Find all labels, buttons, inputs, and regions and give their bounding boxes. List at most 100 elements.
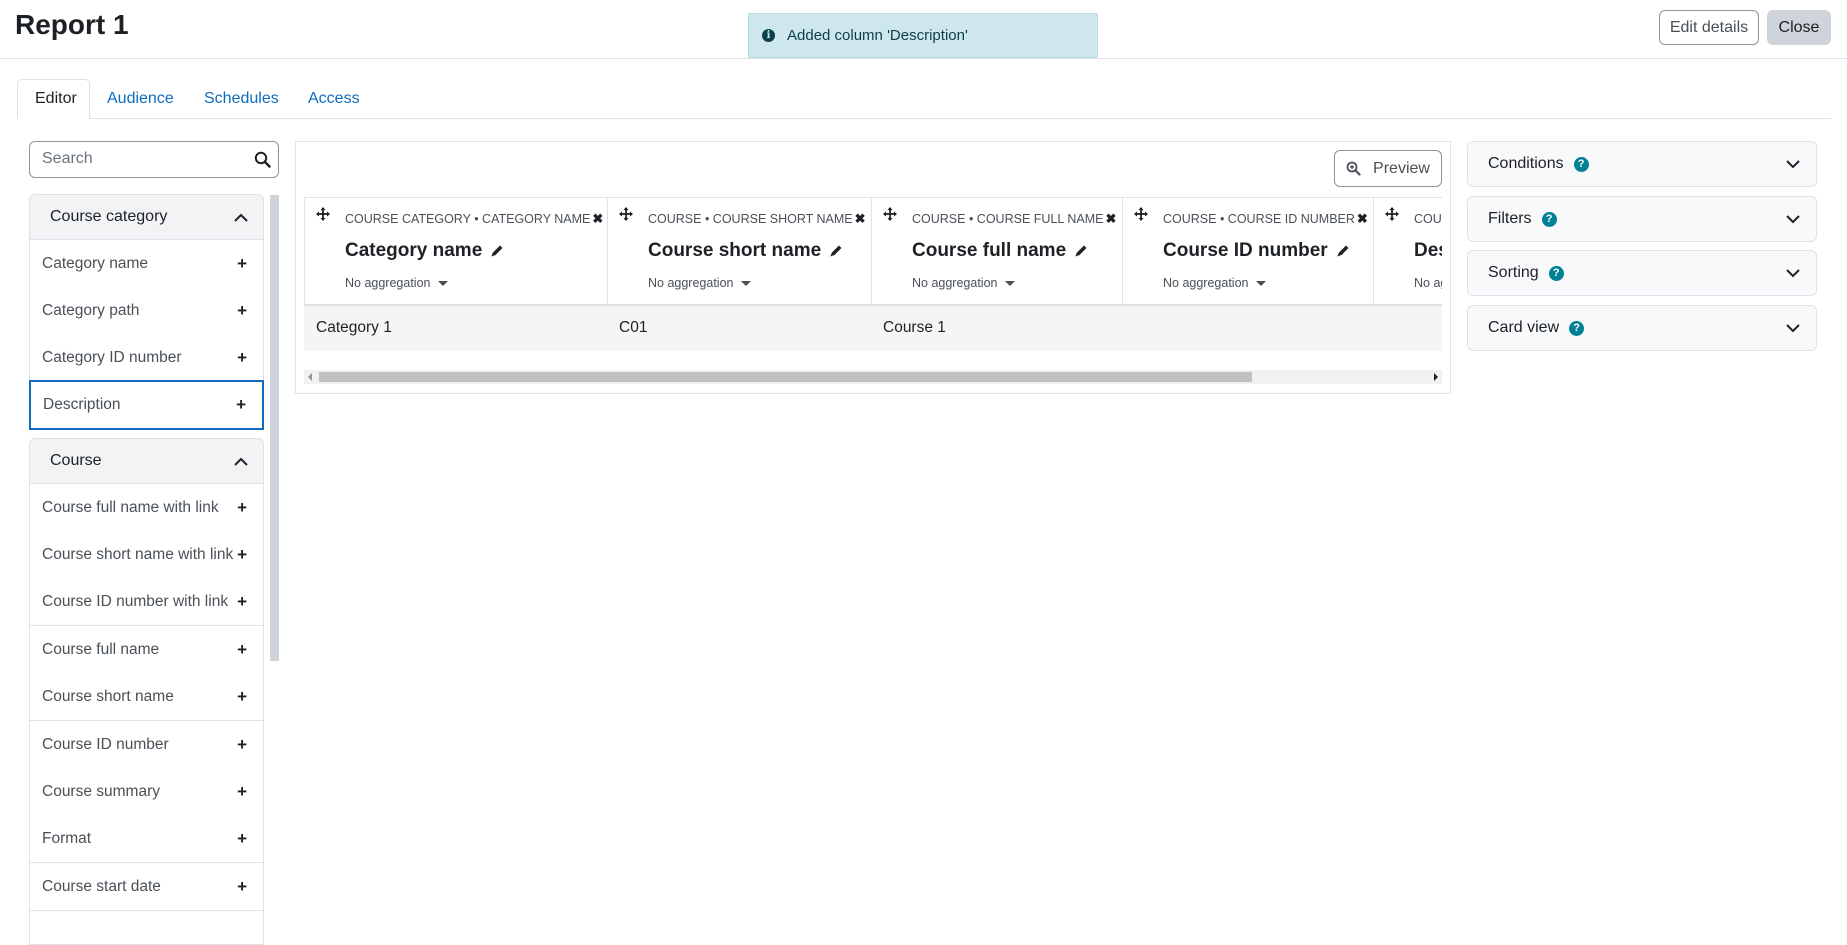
sidebar-scrollbar[interactable] bbox=[270, 195, 279, 661]
column-header-course-short-name: COURSE • COURSE SHORT NAME ✖ Course short… bbox=[608, 198, 872, 305]
sidebar-item-category-name[interactable]: Category name + bbox=[29, 240, 264, 288]
column-title[interactable]: Course ID number bbox=[1163, 240, 1328, 262]
sidebar-item-course-start-date[interactable]: Course start date + bbox=[29, 863, 264, 911]
column-source: COURSE CATEGORY • DESCRIPTION bbox=[1414, 212, 1442, 226]
sidebar-item-label: Course full name bbox=[42, 640, 160, 658]
sidebar-item-label: Course summary bbox=[42, 782, 160, 800]
column-source: COURSE • COURSE ID NUMBER bbox=[1163, 212, 1355, 226]
pencil-icon[interactable] bbox=[490, 244, 504, 258]
move-icon[interactable] bbox=[619, 207, 633, 221]
column-source: COURSE • COURSE FULL NAME bbox=[912, 212, 1104, 226]
chevron-down-icon bbox=[1786, 214, 1800, 224]
aggregation-select[interactable]: No aggregation bbox=[1163, 276, 1267, 290]
scroll-right-icon[interactable] bbox=[1434, 373, 1438, 381]
sidebar-item-category-id-number[interactable]: Category ID number + bbox=[29, 334, 264, 382]
sidebar-item-partial[interactable] bbox=[29, 911, 264, 945]
sidebar-item-label: Course short name with link bbox=[42, 545, 234, 563]
sidebar-item-course-full-name[interactable]: Course full name + bbox=[29, 626, 264, 674]
sidebar-item-label: Course full name with link bbox=[42, 498, 219, 516]
aggregation-select[interactable]: No aggregation bbox=[1414, 276, 1442, 290]
preview-button[interactable]: Preview bbox=[1334, 150, 1442, 187]
sidebar-item-course-short-name-with-link[interactable]: Course short name with link + bbox=[29, 531, 264, 579]
sidebar-item-label: Course start date bbox=[42, 877, 161, 895]
sidebar-item-description[interactable]: Description + bbox=[29, 380, 264, 430]
sidebar-item-format[interactable]: Format + bbox=[29, 815, 264, 863]
sidebar-item-course-id-number-with-link[interactable]: Course ID number with link + bbox=[29, 578, 264, 626]
sidebar-item-label: Description bbox=[43, 396, 121, 413]
sidebar-item-label: Category path bbox=[42, 301, 140, 319]
plus-icon: + bbox=[237, 300, 247, 320]
plus-icon: + bbox=[237, 828, 247, 848]
sidebar-item-label: Course ID number bbox=[42, 735, 169, 753]
header-divider bbox=[0, 58, 1847, 59]
pencil-icon[interactable] bbox=[829, 244, 843, 258]
column-source: COURSE CATEGORY • CATEGORY NAME bbox=[345, 212, 591, 226]
chevron-up-icon bbox=[234, 457, 248, 466]
remove-column-icon[interactable]: ✖ bbox=[1105, 211, 1116, 226]
help-icon[interactable]: ? bbox=[1569, 320, 1585, 336]
pencil-icon[interactable] bbox=[1336, 244, 1350, 258]
sidebar-item-category-path[interactable]: Category path + bbox=[29, 287, 264, 335]
sidebar-item-label: Course short name bbox=[42, 687, 174, 705]
aggregation-label: No aggregation bbox=[912, 276, 998, 290]
move-icon[interactable] bbox=[883, 207, 897, 221]
toast-message: Added column 'Description' bbox=[787, 27, 968, 44]
pencil-icon[interactable] bbox=[1074, 244, 1088, 258]
tab-schedules[interactable]: Schedules bbox=[187, 79, 296, 119]
help-icon[interactable]: ? bbox=[1548, 265, 1564, 281]
plus-icon: + bbox=[237, 781, 247, 801]
panel-card-view[interactable]: Card view? bbox=[1467, 305, 1817, 351]
sidebar-item-label: Format bbox=[42, 829, 92, 847]
move-icon[interactable] bbox=[1134, 207, 1148, 221]
plus-icon: + bbox=[236, 395, 246, 414]
category-header-course-category[interactable]: Course category bbox=[29, 194, 264, 240]
tab-access[interactable]: Access bbox=[291, 79, 377, 119]
column-title[interactable]: Description bbox=[1414, 240, 1442, 262]
scrollbar-thumb[interactable] bbox=[319, 372, 1252, 382]
aggregation-select[interactable]: No aggregation bbox=[345, 276, 449, 290]
aggregation-label: No aggregation bbox=[648, 276, 734, 290]
search-input[interactable] bbox=[42, 150, 242, 168]
remove-column-icon[interactable]: ✖ bbox=[1357, 211, 1368, 226]
caret-down-icon bbox=[1256, 280, 1267, 286]
zoom-in-icon bbox=[1346, 161, 1361, 176]
sidebar-item-course-short-name[interactable]: Course short name + bbox=[29, 673, 264, 721]
aggregation-select[interactable]: No aggregation bbox=[912, 276, 1016, 290]
column-title[interactable]: Category name bbox=[345, 240, 482, 262]
info-icon: i bbox=[762, 29, 775, 42]
table-cell: Course 1 bbox=[883, 319, 946, 336]
close-button[interactable]: Close bbox=[1767, 10, 1831, 45]
category-header-course[interactable]: Course bbox=[29, 438, 264, 484]
chevron-down-icon bbox=[1786, 159, 1800, 169]
panel-sorting[interactable]: Sorting? bbox=[1467, 250, 1817, 296]
sidebar-item-course-id-number[interactable]: Course ID number + bbox=[29, 721, 264, 769]
column-header-course-id-number: COURSE • COURSE ID NUMBER ✖ Course ID num… bbox=[1123, 198, 1374, 305]
caret-down-icon bbox=[438, 280, 449, 286]
help-icon[interactable]: ? bbox=[1541, 211, 1557, 227]
remove-column-icon[interactable]: ✖ bbox=[592, 211, 603, 226]
aggregation-select[interactable]: No aggregation bbox=[648, 276, 752, 290]
table-row: Category 1 C01 Course 1 bbox=[304, 306, 1442, 351]
caret-down-icon bbox=[1005, 280, 1016, 286]
table-horizontal-scrollbar[interactable] bbox=[304, 370, 1442, 384]
move-icon[interactable] bbox=[1385, 207, 1399, 221]
column-title[interactable]: Course full name bbox=[912, 240, 1066, 262]
tab-editor[interactable]: Editor bbox=[17, 79, 90, 119]
preview-label: Preview bbox=[1373, 159, 1430, 177]
edit-details-button[interactable]: Edit details bbox=[1659, 10, 1759, 45]
tab-audience[interactable]: Audience bbox=[90, 79, 191, 119]
panel-filters[interactable]: Filters? bbox=[1467, 196, 1817, 242]
table-header: COURSE CATEGORY • CATEGORY NAME ✖ Categor… bbox=[304, 197, 1442, 306]
search-icon[interactable] bbox=[254, 151, 271, 168]
plus-icon: + bbox=[237, 686, 247, 706]
plus-icon: + bbox=[237, 544, 247, 564]
scroll-left-icon[interactable] bbox=[308, 373, 312, 381]
remove-column-icon[interactable]: ✖ bbox=[855, 211, 866, 226]
move-icon[interactable] bbox=[316, 207, 330, 221]
help-icon[interactable]: ? bbox=[1573, 156, 1589, 172]
sidebar-item-course-full-name-with-link[interactable]: Course full name with link + bbox=[29, 484, 264, 532]
column-title[interactable]: Course short name bbox=[648, 240, 821, 262]
sidebar-item-course-summary[interactable]: Course summary + bbox=[29, 768, 264, 816]
panel-conditions[interactable]: Conditions? bbox=[1467, 141, 1817, 187]
page-title: Report 1 bbox=[15, 9, 129, 40]
